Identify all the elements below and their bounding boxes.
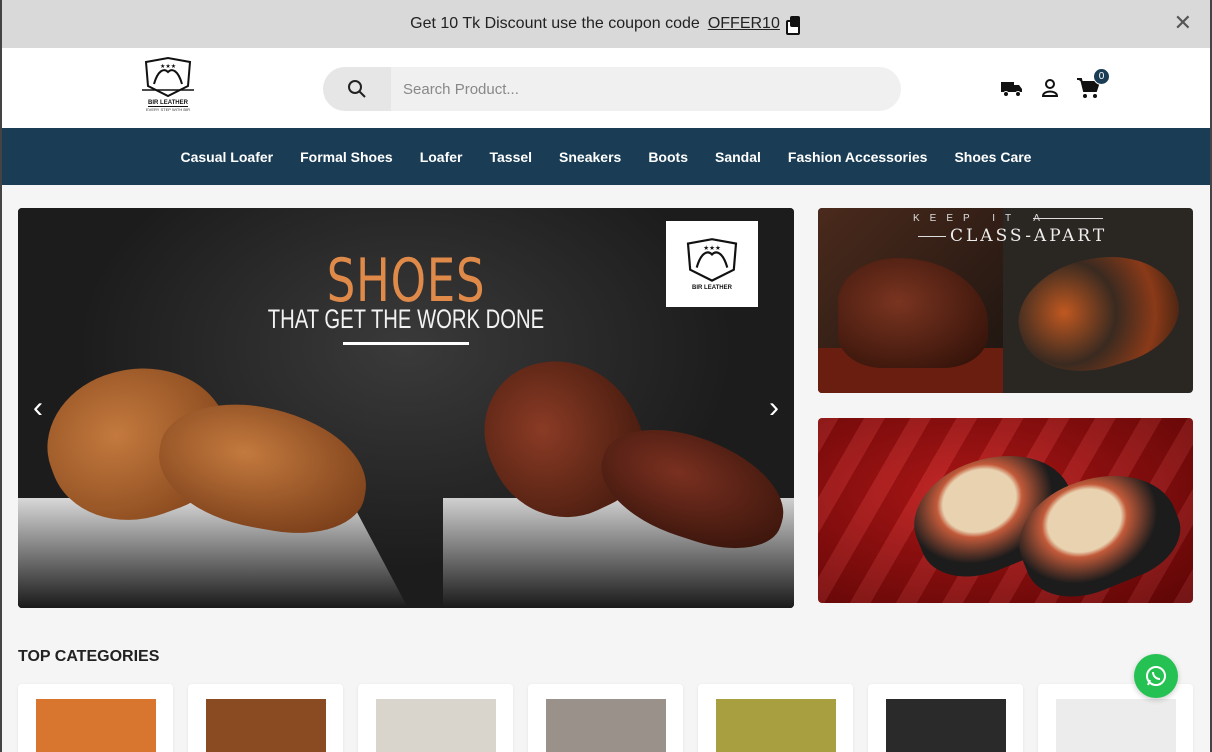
nav-item-casual-loafer[interactable]: Casual Loafer xyxy=(181,149,274,165)
announcement-bar: Get 10 Tk Discount use the coupon code O… xyxy=(2,0,1210,48)
logo-emblem-icon: ★★★ xyxy=(686,238,738,282)
nav-item-tassel[interactable]: Tassel xyxy=(489,149,532,165)
nav-item-boots[interactable]: Boots xyxy=(648,149,688,165)
header-actions: 0 xyxy=(1000,68,1110,100)
promo-banner-loafers[interactable] xyxy=(818,418,1193,603)
badge-logo-name: BIR LEATHER xyxy=(692,285,732,291)
category-image xyxy=(1056,699,1176,752)
whatsapp-icon xyxy=(1146,666,1166,686)
promo-headline: CLASS-APART xyxy=(950,226,1108,246)
nav-item-loafer[interactable]: Loafer xyxy=(420,149,463,165)
hero-underline xyxy=(343,342,469,345)
hero-logo-badge: ★★★ BIR LEATHER xyxy=(666,221,758,307)
announcement-text: Get 10 Tk Discount use the coupon code xyxy=(410,15,700,32)
category-card[interactable] xyxy=(528,684,683,752)
category-image xyxy=(716,699,836,752)
logo[interactable]: ★★★ BIR LEATHER EVERY STEP WITH BIR xyxy=(136,56,200,118)
category-image xyxy=(376,699,496,752)
nav-item-sneakers[interactable]: Sneakers xyxy=(559,149,621,165)
hero-slider[interactable]: SHOES THAT GET THE WORK DONE ★★★ BIR LEA… xyxy=(18,208,794,608)
category-card[interactable] xyxy=(358,684,513,752)
category-card[interactable] xyxy=(868,684,1023,752)
category-image xyxy=(206,699,326,752)
category-image xyxy=(546,699,666,752)
cart-count-badge: 0 xyxy=(1093,68,1110,85)
logo-tagline: EVERY STEP WITH BIR xyxy=(145,107,190,112)
promo-banner-class-apart[interactable]: KEEP IT A CLASS-APART xyxy=(818,208,1193,393)
category-card[interactable] xyxy=(18,684,173,752)
whatsapp-button[interactable] xyxy=(1134,654,1178,698)
category-image xyxy=(886,699,1006,752)
nav-item-sandal[interactable]: Sandal xyxy=(715,149,761,165)
logo-name: BIR LEATHER xyxy=(148,100,188,107)
svg-text:★★★: ★★★ xyxy=(703,244,721,252)
truck-icon[interactable] xyxy=(1000,76,1024,100)
search-bar xyxy=(323,67,901,111)
nav-item-fashion-accessories[interactable]: Fashion Accessories xyxy=(788,149,928,165)
search-button[interactable] xyxy=(323,67,391,111)
search-icon xyxy=(348,80,366,98)
site-header: ★★★ BIR LEATHER EVERY STEP WITH BIR Sear… xyxy=(2,48,1210,128)
category-list xyxy=(18,684,1193,752)
search-input[interactable] xyxy=(391,67,901,111)
promo-divider xyxy=(918,236,946,237)
coupon-code[interactable]: OFFER10 xyxy=(708,15,780,33)
next-arrow-icon[interactable]: › xyxy=(762,391,786,424)
section-title-top-categories: TOP CATEGORIES xyxy=(18,648,160,665)
nav-item-formal-shoes[interactable]: Formal Shoes xyxy=(300,149,393,165)
prev-arrow-icon[interactable]: ‹ xyxy=(26,391,50,424)
promo-camo-shoe-image xyxy=(1004,235,1192,391)
category-card[interactable] xyxy=(188,684,343,752)
user-icon[interactable] xyxy=(1038,76,1062,100)
category-image xyxy=(36,699,156,752)
logo-emblem-icon: ★★★ xyxy=(142,56,194,98)
hero-subtitle: THAT GET THE WORK DONE xyxy=(267,304,545,334)
nav-item-shoes-care[interactable]: Shoes Care xyxy=(954,149,1031,165)
cart-icon[interactable]: 0 xyxy=(1076,68,1110,100)
promo-divider xyxy=(1033,218,1103,219)
category-card[interactable] xyxy=(1038,684,1193,752)
category-nav: Casual Loafer Formal Shoes Loafer Tassel… xyxy=(2,128,1210,185)
close-icon[interactable]: ✕ xyxy=(1174,10,1192,36)
copy-icon[interactable] xyxy=(785,16,802,35)
category-card[interactable] xyxy=(698,684,853,752)
promo-kicker: KEEP IT A xyxy=(913,213,1050,224)
svg-text:★★★: ★★★ xyxy=(160,63,176,70)
